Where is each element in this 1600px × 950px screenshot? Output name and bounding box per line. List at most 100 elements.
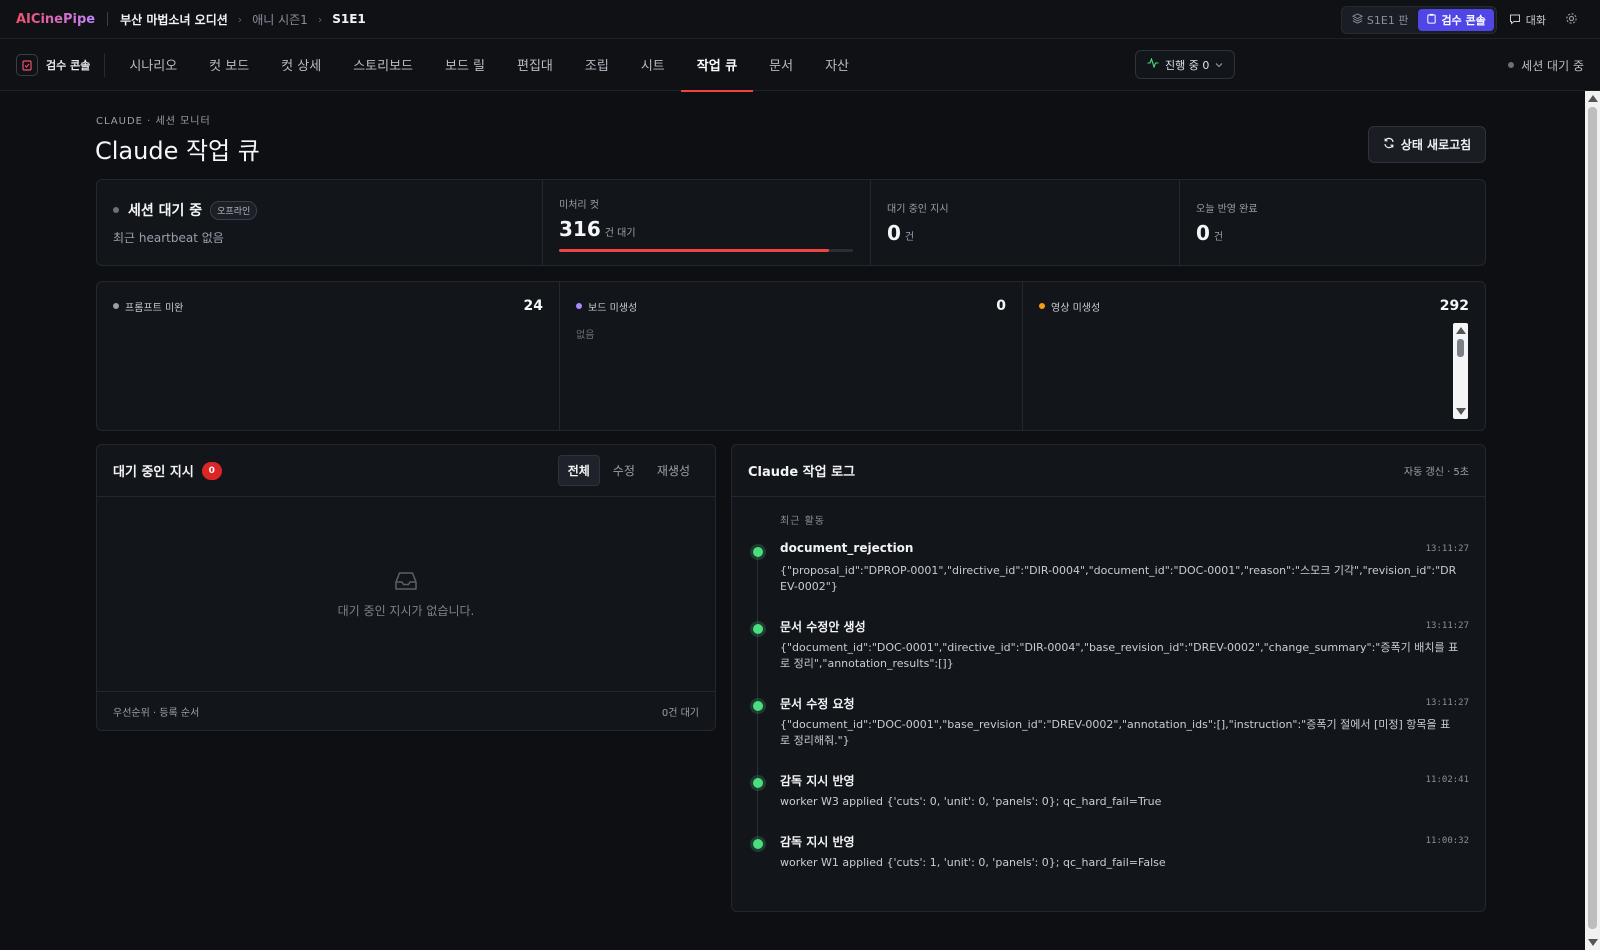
queue-empty-text: 없음 (576, 330, 595, 341)
review-console-label: 검수 콘솔 (1441, 14, 1486, 27)
status-dot (753, 547, 763, 557)
log-entry-title: 감독 지시 반영 (780, 774, 855, 788)
directive-filter-tabs: 전체 수정 재생성 (557, 455, 699, 486)
timeline-line (757, 552, 758, 842)
status-dot (753, 624, 763, 634)
applied-today-stat: 오늘 반영 완료 0건 (1180, 180, 1485, 265)
log-entry-time: 13:11:27 (1425, 621, 1469, 631)
divider (107, 12, 109, 26)
queue-label: 프롬프트 미완 (113, 299, 183, 314)
breadcrumb-project[interactable]: 부산 마법소녀 오디션 (120, 11, 228, 28)
offline-badge: 오프라인 (210, 200, 258, 220)
inbox-icon (394, 571, 418, 594)
tab-work-queue[interactable]: 작업 큐 (680, 39, 754, 92)
queue-video-missing[interactable]: 영상 미생성 292 (1023, 282, 1485, 430)
scroll-down-icon[interactable] (1588, 939, 1598, 946)
scroll-up-icon[interactable] (1588, 95, 1598, 102)
tab-editing-desk[interactable]: 편집대 (501, 39, 569, 91)
tab-documents[interactable]: 문서 (753, 39, 809, 91)
scrollbar-thumb[interactable] (1588, 107, 1597, 929)
settings-button[interactable] (1558, 7, 1584, 33)
refresh-status-label: 상태 새로고침 (1400, 138, 1472, 152)
tab-list: 시나리오 컷 보드 컷 상세 스토리보드 보드 릴 편집대 조립 시트 작업 큐… (113, 39, 865, 92)
progress-dropdown[interactable]: 진행 중 0 (1135, 50, 1236, 79)
directives-sort-text: 우선순위 · 등록 순서 (113, 707, 200, 719)
tab-assets[interactable]: 자산 (809, 39, 865, 91)
session-stat-header: 세션 대기 중 오프라인 (113, 200, 526, 220)
scroll-down-icon[interactable] (1456, 408, 1466, 415)
status-dot (753, 839, 763, 849)
pending-cuts-bar (559, 249, 853, 252)
queue-header: 영상 미생성 292 (1039, 298, 1469, 314)
status-dot (753, 701, 763, 711)
chat-button[interactable]: 대화 (1509, 12, 1546, 28)
recent-activity-label: 최근 활동 (780, 516, 825, 527)
pending-cuts-unit: 건 대기 (604, 228, 636, 239)
log-entry-title: document_rejection (780, 541, 914, 555)
session-status: 세션 대기 중 (1508, 39, 1584, 91)
log-entry-time: 13:11:27 (1425, 544, 1469, 554)
tab-scenario[interactable]: 시나리오 (113, 39, 193, 91)
directives-title: 대기 중인 지시 (113, 465, 194, 480)
waiting-directives-card: 대기 중인 지시 0 전체 수정 재생성 대기 중인 지시가 없습니다. 우선순… (96, 444, 716, 731)
log-entry-text: {"proposal_id":"DPROP-0001","directive_i… (780, 564, 1457, 593)
layers-icon (1351, 13, 1363, 27)
tab-storyboard[interactable]: 스토리보드 (337, 39, 429, 91)
queue-board-missing[interactable]: 보드 미생성 0 없음 (560, 282, 1023, 430)
chevron-right-icon: › (317, 12, 323, 26)
page-scrollbar[interactable] (1585, 91, 1600, 950)
queue-header: 보드 미생성 0 (576, 298, 1006, 314)
breadcrumb-season[interactable]: 애니 시즌1 (252, 11, 308, 28)
status-dot (753, 778, 763, 788)
tab-sheet[interactable]: 시트 (625, 39, 681, 91)
review-console-tag[interactable]: 검수 콘솔 (16, 52, 106, 77)
queue-label: 영상 미생성 (1039, 299, 1100, 314)
pending-cuts-stat: 미처리 컷 316 건 대기 (543, 180, 871, 265)
applied-today-unit: 건 (1213, 232, 1224, 243)
queue-prompt-incomplete[interactable]: 프롬프트 미완 24 (97, 282, 560, 430)
log-entry-text: worker W1 applied {'cuts': 1, 'unit': 0,… (780, 856, 1166, 869)
status-dot (576, 303, 582, 309)
directives-empty-text: 대기 중인 지시가 없습니다. (337, 603, 475, 618)
waiting-directives-row: 0건 (887, 221, 1163, 245)
card-header: Claude 작업 로그 자동 갱신 · 5초 (732, 445, 1485, 497)
refresh-status-button[interactable]: 상태 새로고침 (1368, 126, 1486, 163)
breadcrumb-episode[interactable]: S1E1 (332, 12, 366, 26)
top-bar: AICinePipe 부산 마법소녀 오디션 › 애니 시즌1 › S1E1 S… (0, 0, 1600, 39)
log-entry-time: 11:00:32 (1425, 836, 1469, 846)
top-actions: S1E1 판 검수 콘솔 대화 (1340, 6, 1584, 34)
scrollbar-thumb[interactable] (1457, 339, 1464, 357)
waiting-directives-value: 0 (887, 221, 901, 245)
tab-assembly[interactable]: 조립 (569, 39, 625, 91)
tab-cut-detail[interactable]: 컷 상세 (265, 39, 337, 91)
queue-label-text: 영상 미생성 (1051, 302, 1101, 314)
filter-all[interactable]: 전체 (557, 455, 600, 486)
scroll-up-icon[interactable] (1456, 327, 1466, 334)
waiting-directives-unit: 건 (904, 232, 915, 243)
queue-label-text: 프롬프트 미완 (125, 302, 184, 314)
chat-label: 대화 (1525, 14, 1546, 27)
app-logo[interactable]: AICinePipe (16, 12, 95, 27)
queue-label: 보드 미생성 (576, 299, 637, 314)
activity-icon (1147, 57, 1159, 71)
applied-today-value: 0 (1196, 221, 1210, 245)
heartbeat-text: 최근 heartbeat 없음 (113, 231, 224, 245)
progress-label: 진행 중 0 (1165, 58, 1210, 72)
tab-board-reel[interactable]: 보드 릴 (429, 39, 501, 91)
log-entry-text: {"document_id":"DOC-0001","base_revision… (780, 718, 1451, 747)
log-entry-text: {"document_id":"DOC-0001","directive_id"… (780, 641, 1459, 670)
filter-edit[interactable]: 수정 (604, 455, 644, 486)
review-console-tag-label: 검수 콘솔 (46, 58, 91, 72)
pending-cuts-label: 미처리 컷 (559, 200, 599, 211)
queue-scrollbar[interactable] (1453, 323, 1468, 419)
review-console-button[interactable]: 검수 콘솔 (1418, 9, 1494, 31)
pending-cuts-row: 316 건 대기 (559, 217, 854, 241)
version-button[interactable]: S1E1 판 (1344, 9, 1417, 31)
filter-regenerate[interactable]: 재생성 (648, 455, 699, 486)
clipboard-icon (1426, 13, 1437, 27)
directives-count-badge: 0 (201, 461, 222, 480)
log-entry-text: worker W3 applied {'cuts': 0, 'unit': 0,… (780, 795, 1162, 808)
tab-cut-board[interactable]: 컷 보드 (193, 39, 265, 91)
version-label: S1E1 판 (1366, 14, 1409, 27)
pending-cuts-bar-fill (559, 249, 830, 252)
